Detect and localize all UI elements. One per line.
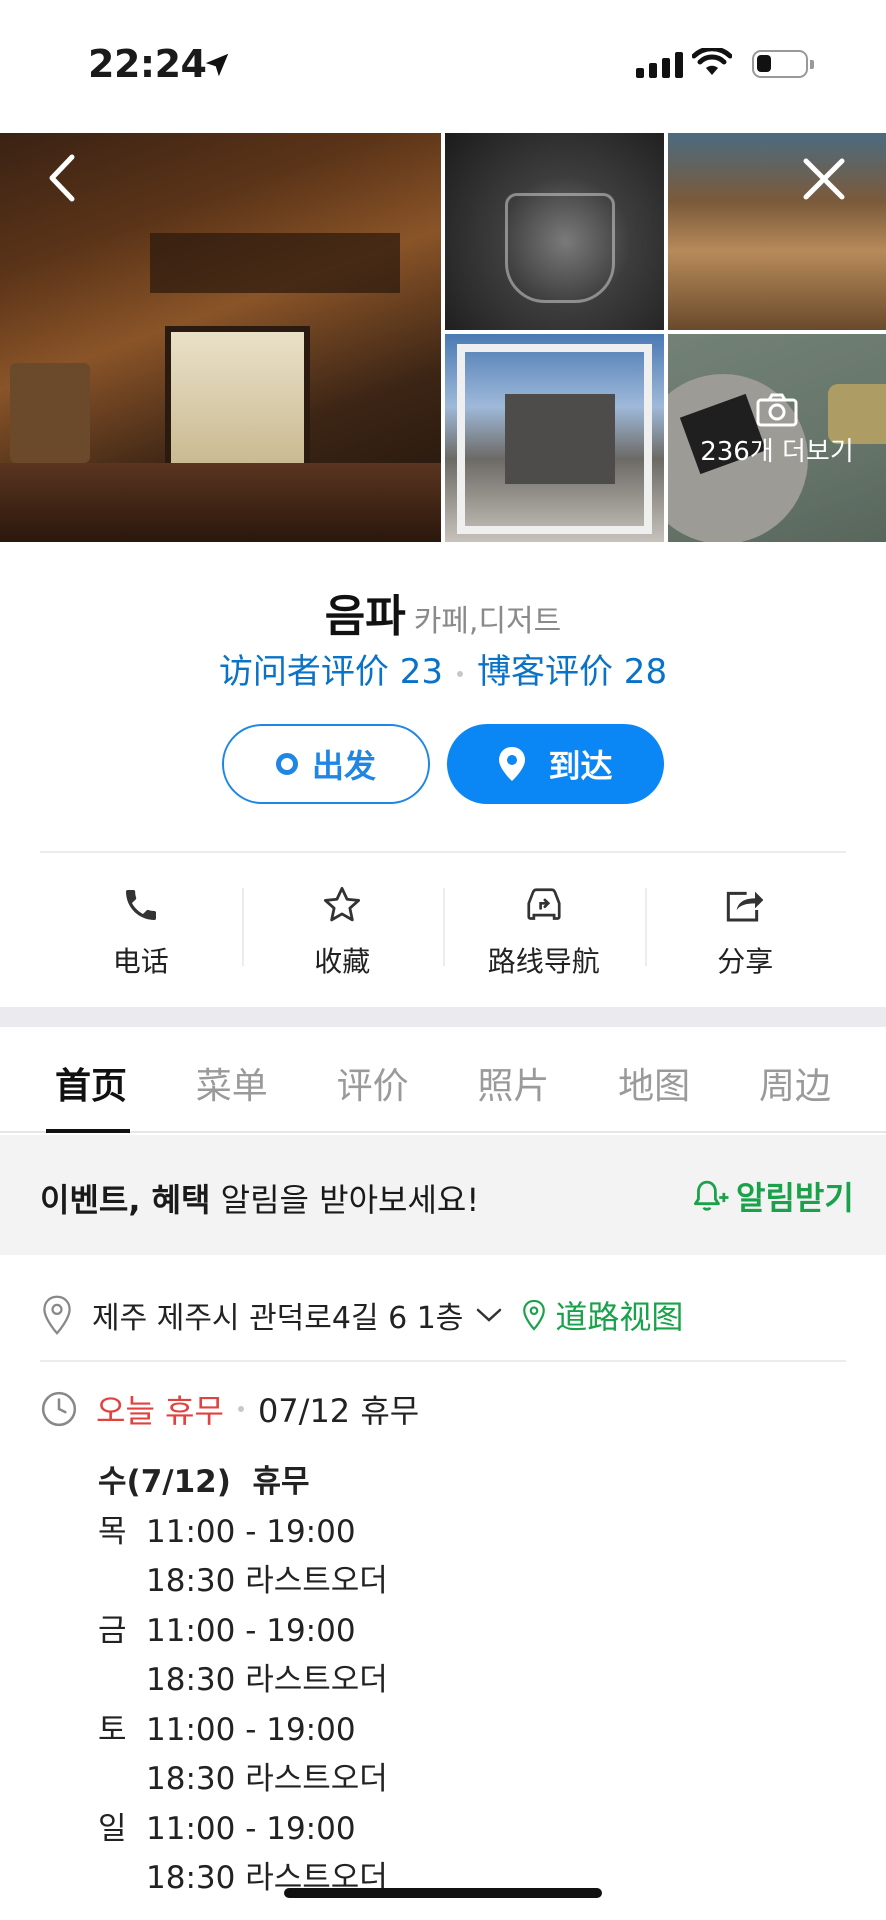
tab-photos[interactable]: 照片 (448, 1027, 578, 1131)
hours-row: 토 11:00 - 19:00 (98, 1706, 388, 1756)
tab-home[interactable]: 首页 (26, 1027, 156, 1133)
street-view-label: 道路视图 (555, 1298, 684, 1336)
photo-gallery: 236개 더보기 (0, 133, 886, 542)
close-icon[interactable] (800, 155, 848, 203)
hours-note: 18:30 라스트오더 (146, 1563, 388, 1599)
hours-row: 목 11:00 - 19:00 (98, 1508, 388, 1558)
tab-menu[interactable]: 菜单 (167, 1027, 297, 1131)
phone-icon (125, 890, 156, 920)
hours-day: 수(7/12) (98, 1464, 231, 1500)
place-category: 카페,디저트 (413, 604, 562, 639)
save-label: 收藏 (314, 945, 371, 978)
share-icon (727, 891, 764, 922)
address-row: 제주 제주시 관덕로4길 6 1층 道路视图 (40, 1290, 846, 1340)
more-photos-label: 236개 더보기 (700, 437, 854, 467)
wifi-icon (692, 48, 732, 75)
subscribe-alerts-label: 알림받기 (736, 1179, 854, 1217)
action-bar: 电话 收藏 路线导航 分享 (40, 870, 846, 980)
address-text[interactable]: 제주 제주시 관덕로4길 6 1층 (92, 1293, 463, 1337)
depart-button[interactable]: 出发 (222, 724, 430, 804)
share-label: 分享 (717, 945, 774, 978)
street-view-button[interactable]: 道路视图 (521, 1292, 683, 1338)
hours-day: 금 (98, 1612, 127, 1649)
star-icon (324, 886, 361, 922)
place-title: 음파 카페,디저트 (0, 580, 886, 644)
visitor-reviews-link[interactable]: 访问者评价 23 (219, 652, 443, 692)
photo-wine-glasses[interactable] (668, 133, 886, 330)
call-label: 电话 (112, 945, 169, 978)
green-pin-icon (523, 1299, 546, 1331)
origin-dot-icon (275, 753, 298, 775)
status-time: 22:24 (88, 42, 207, 86)
car-route-icon (527, 888, 561, 920)
photo-storefront[interactable] (445, 334, 664, 542)
tab-nearby[interactable]: 周边 (730, 1027, 860, 1131)
place-name: 음파 (324, 591, 406, 642)
divider (40, 851, 846, 853)
status-bar: 22:24 (0, 0, 886, 133)
hours-time: 11:00 - 19:00 (146, 1612, 356, 1649)
navigate-label: 路线导航 (487, 945, 600, 978)
hours-row: 금 11:00 - 19:00 (98, 1607, 388, 1657)
today-status: 오늘 휴무 (96, 1392, 224, 1430)
share-button[interactable]: 分享 (644, 870, 847, 980)
location-arrow-icon (205, 53, 229, 77)
tab-reviews[interactable]: 评价 (308, 1027, 438, 1131)
save-button[interactable]: 收藏 (241, 870, 444, 980)
back-arrow-icon[interactable] (44, 153, 80, 203)
call-button[interactable]: 电话 (40, 870, 242, 980)
photo-glass-cup[interactable] (445, 133, 664, 330)
notice-bold-text: 이벤트, 혜택 (40, 1181, 211, 1219)
section-separator (0, 1007, 886, 1027)
notification-banner: 이벤트, 혜택 알림을 받아보세요! 알림받기 (0, 1135, 886, 1255)
arrive-label: 到达 (548, 747, 613, 785)
review-links: 访问者评价 23 博客评价 28 (0, 644, 886, 693)
cellular-signal-icon (636, 52, 683, 78)
hours-time: 11:00 - 19:00 (146, 1810, 356, 1847)
arrive-button[interactable]: 到达 (447, 724, 664, 804)
notice-rest-text: 알림을 받아보세요! (210, 1181, 480, 1219)
hours-list: 수(7/12) 휴무 목 11:00 - 19:00 18:30 라스트오더 금1… (98, 1458, 388, 1904)
more-photos-button[interactable]: 236개 더보기 (668, 393, 886, 468)
divider (40, 1360, 846, 1362)
hours-time: 휴무 (252, 1464, 310, 1500)
hours-time: 11:00 - 19:00 (146, 1513, 356, 1550)
hours-note: 18:30 라스트오더 (146, 1761, 388, 1797)
hours-row: 수(7/12) 휴무 (98, 1458, 388, 1508)
today-date: 07/12 휴무 (257, 1392, 420, 1430)
clock-icon (41, 1391, 77, 1427)
subscribe-alerts-button[interactable]: 알림받기 (690, 1173, 854, 1219)
hours-note: 18:30 라스트오더 (146, 1662, 388, 1698)
hours-time: 11:00 - 19:00 (146, 1711, 356, 1748)
hours-header[interactable]: 오늘 휴무 07/12 휴무 (40, 1386, 419, 1432)
tab-bar: 首页 菜单 评价 照片 地图 周边 (0, 1027, 886, 1133)
tab-map[interactable]: 地图 (589, 1027, 719, 1131)
camera-icon (756, 393, 798, 427)
hours-row: 일 11:00 - 19:00 (98, 1805, 388, 1855)
hours-day: 토 (98, 1711, 127, 1748)
battery-icon (752, 50, 814, 78)
depart-label: 出发 (311, 747, 376, 785)
blog-reviews-link[interactable]: 博客评价 28 (477, 652, 667, 692)
location-pin-icon (43, 1295, 71, 1335)
hours-day: 목 (98, 1513, 127, 1550)
chevron-down-icon[interactable] (475, 1305, 503, 1325)
bell-plus-icon (694, 1180, 729, 1211)
navigate-button[interactable]: 路线导航 (443, 870, 645, 980)
home-indicator (284, 1888, 602, 1898)
notice-text: 이벤트, 혜택 알림을 받아보세요! (40, 1175, 479, 1221)
map-pin-icon (499, 747, 526, 781)
hours-day: 일 (98, 1810, 127, 1847)
